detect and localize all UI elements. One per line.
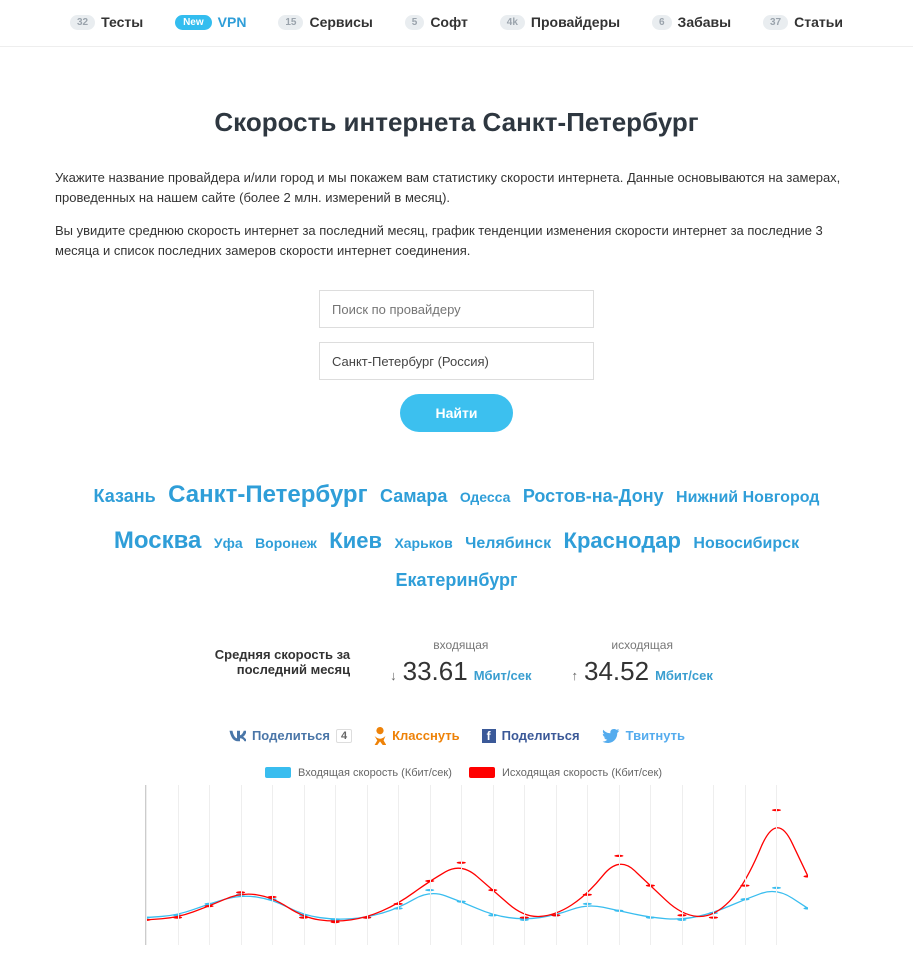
share-vk-button[interactable]: Поделиться 4	[228, 728, 352, 743]
city-tag[interactable]: Москва	[114, 527, 201, 554]
city-tag[interactable]: Новосибирск	[693, 535, 799, 552]
share-ok-label: Класснуть	[392, 728, 459, 743]
city-tag[interactable]: Уфа	[214, 535, 243, 551]
city-search-input[interactable]	[319, 342, 594, 380]
avg-out-unit: Мбит/сек	[655, 668, 713, 683]
nav-item-6[interactable]: 37 Статьи	[763, 14, 843, 30]
legend-label-out: Исходящая скорость (Кбит/сек)	[502, 767, 662, 779]
city-tag[interactable]: Краснодар	[564, 528, 681, 553]
city-tag[interactable]: Челябинск	[465, 535, 551, 552]
nav-item-3[interactable]: 5 Софт	[405, 14, 468, 30]
tw-icon	[602, 729, 620, 743]
page-desc-2: Вы увидите среднюю скорость интернет за …	[55, 221, 858, 260]
count-badge: 37	[763, 15, 788, 30]
city-tag-cloud: Казань Санкт-Петербург Самара Одесса Рос…	[55, 472, 858, 598]
nav-label: Сервисы	[309, 14, 372, 30]
ok-icon	[374, 727, 386, 745]
share-vk-count: 4	[336, 729, 352, 743]
count-badge: 6	[652, 15, 672, 30]
city-tag[interactable]: Одесса	[460, 489, 511, 505]
fb-icon: f	[482, 729, 496, 743]
city-tag[interactable]: Ростов-на-Дону	[523, 486, 664, 506]
speed-chart: Входящая скорость (Кбит/сек) Исходящая с…	[55, 767, 858, 945]
legend-swatch-out	[469, 767, 495, 778]
share-tw-button[interactable]: Твитнуть	[602, 728, 685, 743]
avg-in-label: входящая	[433, 638, 488, 652]
top-nav: 32 Тесты New VPN 15 Сервисы 5 Софт 4k Провайдеры 6…	[0, 0, 913, 47]
count-badge: 4k	[500, 15, 525, 30]
chart-area: 4000045000	[145, 785, 808, 945]
count-badge: 32	[70, 15, 95, 30]
city-tag[interactable]: Нижний Новгород	[676, 489, 819, 506]
nav-label: VPN	[218, 14, 247, 30]
page-title: Скорость интернета Санкт-Петербург	[55, 107, 858, 138]
avg-out-value: 34.52	[584, 656, 649, 687]
nav-label: Забавы	[678, 14, 732, 30]
avg-speed-block: Средняя скорость за последний месяц вход…	[55, 638, 858, 687]
city-tag[interactable]: Самара	[380, 486, 447, 506]
up-arrow-icon: ↑	[572, 668, 579, 683]
nav-item-1[interactable]: New VPN	[175, 14, 246, 30]
nav-label: Тесты	[101, 14, 143, 30]
chart-legend: Входящая скорость (Кбит/сек) Исходящая с…	[105, 767, 808, 779]
share-fb-button[interactable]: f Поделиться	[482, 728, 580, 743]
nav-item-5[interactable]: 6 Забавы	[652, 14, 731, 30]
search-form: Найти	[55, 290, 858, 432]
nav-item-0[interactable]: 32 Тесты	[70, 14, 143, 30]
nav-label: Софт	[430, 14, 468, 30]
city-tag[interactable]: Санкт-Петербург	[168, 481, 367, 508]
nav-label: Статьи	[794, 14, 843, 30]
page-desc-1: Укажите название провайдера и/или город …	[55, 168, 858, 207]
share-bar: Поделиться 4 Класснуть f Поделиться Твит…	[55, 727, 858, 745]
city-tag[interactable]: Воронеж	[255, 535, 317, 551]
share-fb-label: Поделиться	[502, 728, 580, 743]
provider-search-input[interactable]	[319, 290, 594, 328]
nav-item-4[interactable]: 4k Провайдеры	[500, 14, 620, 30]
city-tag[interactable]: Казань	[94, 486, 156, 506]
vk-icon	[228, 729, 246, 743]
city-tag[interactable]: Харьков	[394, 535, 452, 551]
count-badge: 5	[405, 15, 425, 30]
share-vk-label: Поделиться	[252, 728, 330, 743]
share-tw-label: Твитнуть	[626, 728, 685, 743]
find-button[interactable]: Найти	[400, 394, 514, 432]
city-tag[interactable]: Киев	[329, 528, 382, 553]
avg-in-unit: Мбит/сек	[474, 668, 532, 683]
chart-series-line	[146, 827, 808, 920]
avg-out-label: исходящая	[611, 638, 673, 652]
legend-swatch-in	[265, 767, 291, 778]
new-badge: New	[175, 15, 212, 30]
avg-speed-label: Средняя скорость за последний месяц	[200, 647, 350, 677]
nav-item-2[interactable]: 15 Сервисы	[278, 14, 373, 30]
avg-in-value: 33.61	[403, 656, 468, 687]
city-tag[interactable]: Екатеринбург	[396, 570, 518, 590]
nav-label: Провайдеры	[531, 14, 620, 30]
legend-label-in: Входящая скорость (Кбит/сек)	[298, 767, 452, 779]
count-badge: 15	[278, 15, 303, 30]
down-arrow-icon: ↓	[390, 668, 397, 683]
share-ok-button[interactable]: Класснуть	[374, 727, 459, 745]
